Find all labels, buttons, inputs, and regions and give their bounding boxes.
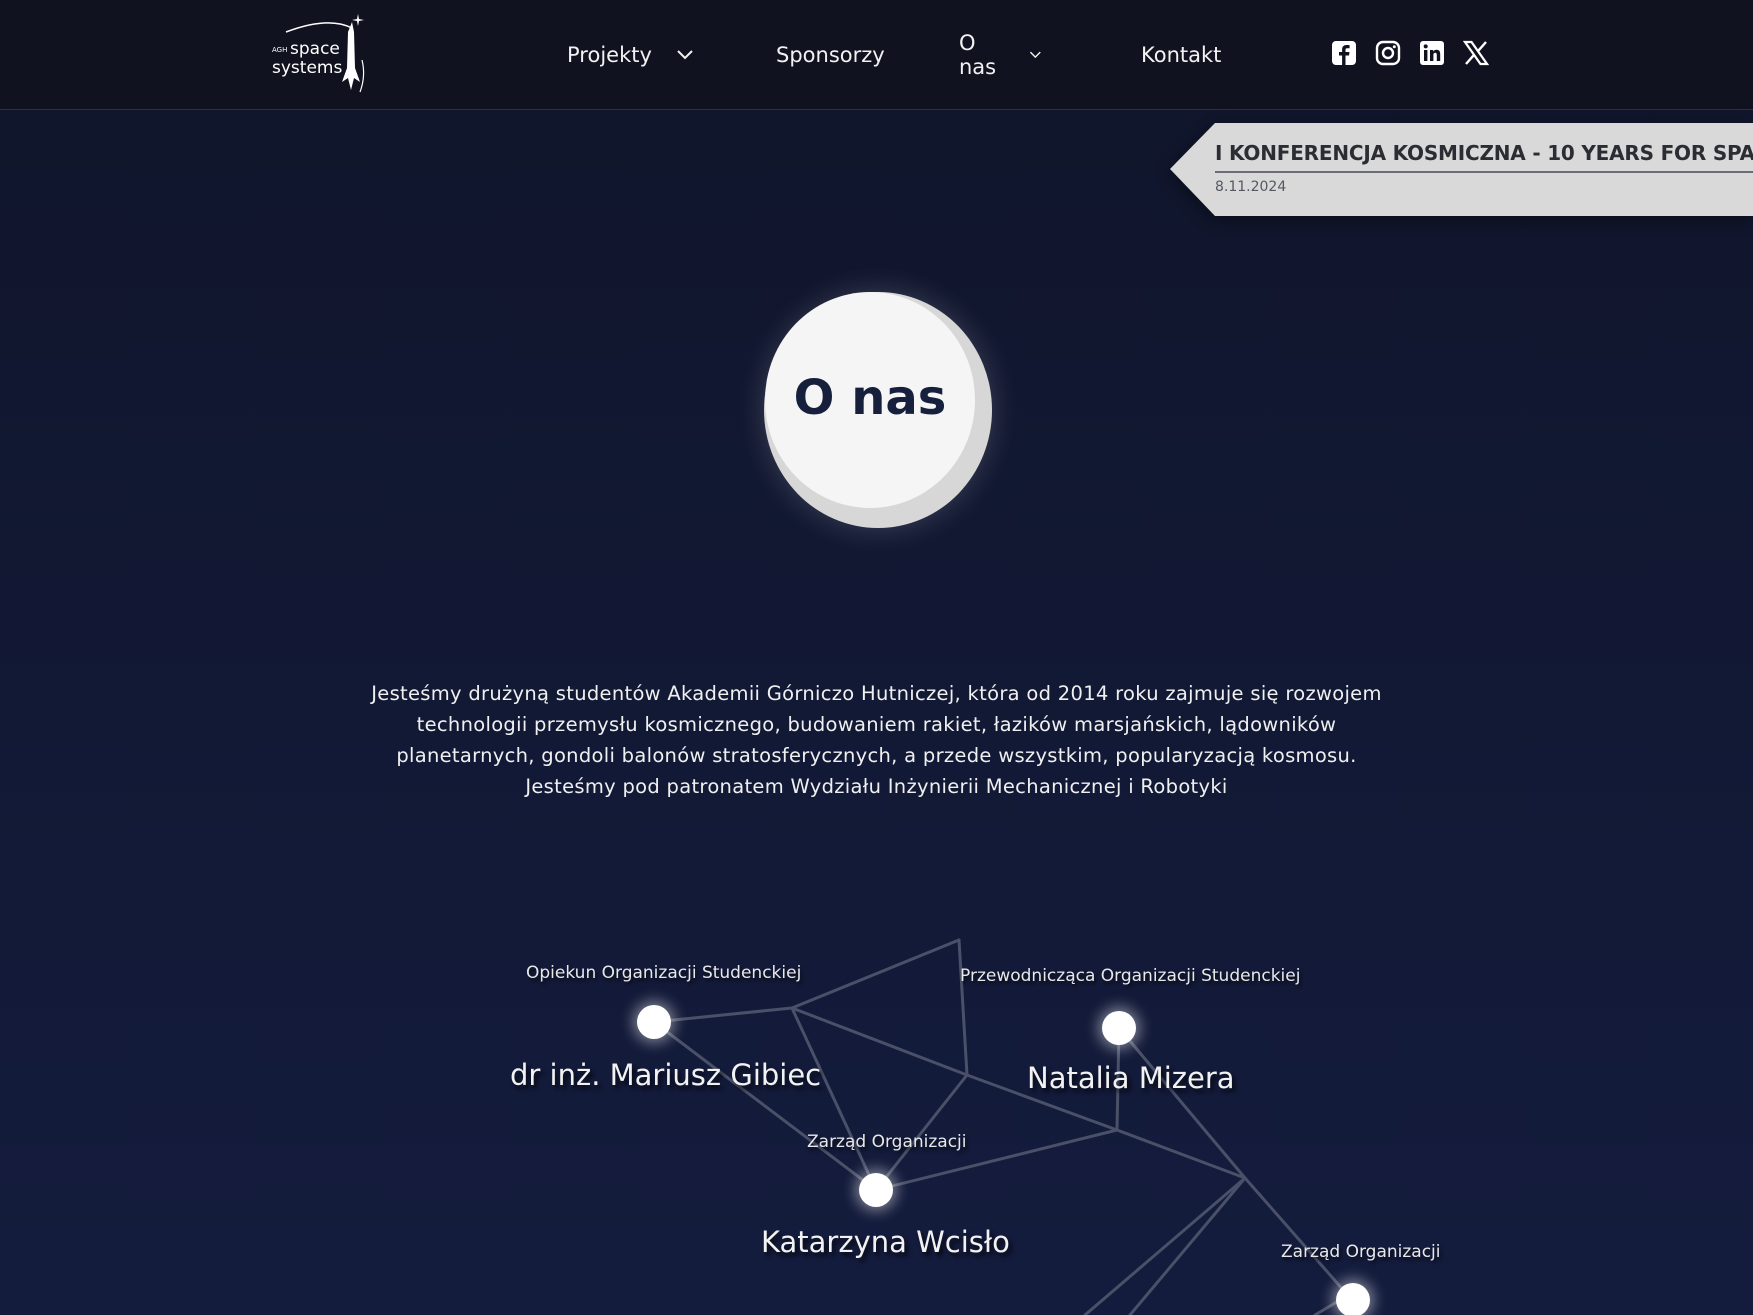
nav-o-nas[interactable]: O nas xyxy=(959,31,1042,79)
team-role-opiekun: Opiekun Organizacji Studenckiej xyxy=(526,963,802,983)
page: AGH space systems Projekty Sponsorzy O n… xyxy=(0,0,1753,1315)
banner-divider xyxy=(1215,171,1753,173)
team-star-mizera[interactable] xyxy=(1102,1011,1136,1045)
intro-text: Jesteśmy drużyną studentów Akademii Górn… xyxy=(370,678,1383,802)
banner-date: 8.11.2024 xyxy=(1215,179,1287,195)
chevron-down-icon[interactable] xyxy=(676,49,694,61)
team-role-zarzad-2: Zarząd Organizacji xyxy=(1281,1242,1441,1262)
logo-space-text: space xyxy=(290,39,340,59)
logo-agh-text: AGH xyxy=(272,46,288,54)
nav-projekty-label: Projekty xyxy=(567,43,652,67)
intro-paragraph: Jesteśmy drużyną studentów Akademii Górn… xyxy=(371,682,1382,767)
conference-banner[interactable]: I KONFERENCJA KOSMICZNA - 10 YEARS FOR S… xyxy=(1170,123,1753,216)
page-title: O nas xyxy=(793,370,947,426)
team-star-zarzad-2[interactable] xyxy=(1336,1283,1370,1315)
nav-sponsorzy-label: Sponsorzy xyxy=(776,43,885,67)
logo[interactable]: AGH space systems xyxy=(268,10,378,94)
nav-kontakt[interactable]: Kontakt xyxy=(1141,40,1221,70)
facebook-icon[interactable] xyxy=(1331,40,1357,66)
banner-shape xyxy=(1170,123,1753,216)
banner-title: I KONFERENCJA KOSMICZNA - 10 YEARS FOR S… xyxy=(1215,141,1753,165)
page-title-badge: O nas xyxy=(764,292,992,528)
team-role-zarzad-1: Zarząd Organizacji xyxy=(807,1132,967,1152)
team-role-przewodniczaca: Przewodnicząca Organizacji Studenckiej xyxy=(960,966,1301,986)
instagram-icon[interactable] xyxy=(1375,40,1401,66)
linkedin-icon[interactable] xyxy=(1419,40,1445,66)
logo-systems-text: systems xyxy=(272,58,343,78)
team-name-mizera[interactable]: Natalia Mizera xyxy=(1027,1061,1235,1095)
nav-o-nas-label: O nas xyxy=(959,31,997,79)
intro-patronage: Jesteśmy pod patronatem Wydziału Inżynie… xyxy=(525,775,1228,798)
x-icon[interactable] xyxy=(1463,40,1489,66)
chevron-down-icon[interactable] xyxy=(1029,49,1042,61)
nav-kontakt-label: Kontakt xyxy=(1141,43,1222,67)
nav-projekty[interactable]: Projekty xyxy=(567,40,694,70)
nav-sponsorzy[interactable]: Sponsorzy xyxy=(776,40,885,70)
page-title-badge-inner: O nas xyxy=(765,292,975,508)
team-name-wcislo[interactable]: Katarzyna Wcisło xyxy=(761,1225,1010,1259)
team-star-gibiec[interactable] xyxy=(637,1005,671,1039)
team-name-gibiec[interactable]: dr inż. Mariusz Gibiec xyxy=(510,1058,821,1092)
team-star-wcislo[interactable] xyxy=(859,1173,893,1207)
site-header: AGH space systems Projekty Sponsorzy O n… xyxy=(0,0,1753,110)
